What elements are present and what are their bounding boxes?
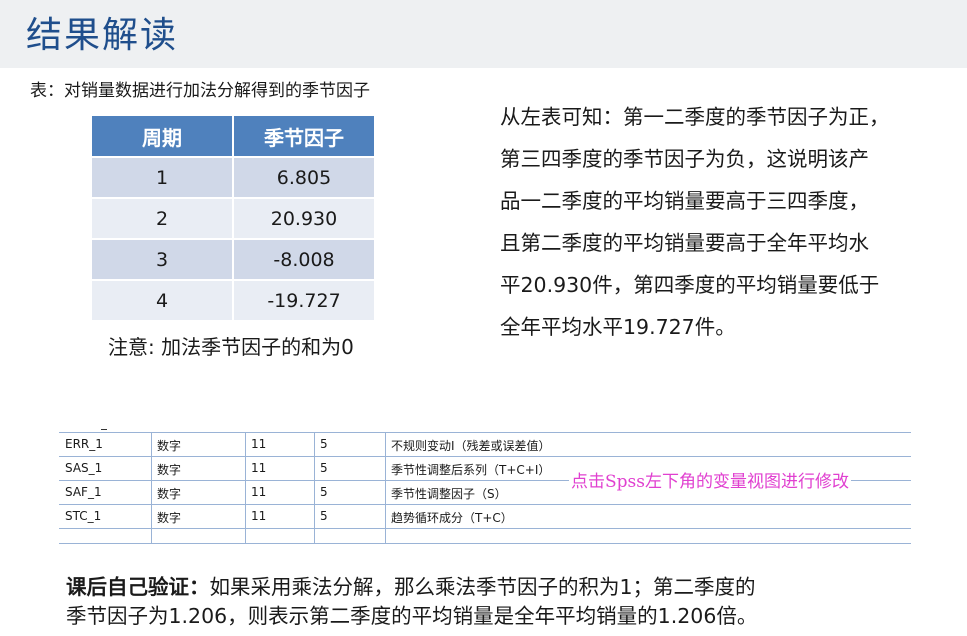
table-row: 3 -8.008 <box>92 240 376 281</box>
explanation-line: 平20.930件，第四季度的平均销量要低于 <box>500 273 880 297</box>
variable-name: SAF_1 <box>65 485 102 499</box>
sum-note: 注意: 加法季节因子的和为0 <box>108 335 354 359</box>
explanation-line: 全年平均水平19.727件。 <box>500 315 736 339</box>
divider <box>101 429 107 430</box>
variable-label: 季节性调整因子（S） <box>391 487 507 501</box>
spss-variable-view-screenshot: ERR_1 数字 11 5 不规则变动I（残差或误差值） SAS_1 数字 11… <box>59 429 911 544</box>
table-row: 4 -19.727 <box>92 281 376 322</box>
variable-name: STC_1 <box>65 509 102 523</box>
slide-title: 结果解读 <box>26 15 179 56</box>
variable-decimals: 5 <box>320 461 328 475</box>
table-row: STC_1 数字 11 5 趋势循环成分（T+C） <box>59 505 911 529</box>
table-row: 2 20.930 <box>92 199 376 240</box>
factor-cell: 20.930 <box>234 199 376 240</box>
homework-line: 课后自己验证：如果采用乘法分解，那么乘法季节因子的积为1；第二季度的 <box>66 573 757 602</box>
variable-width: 11 <box>251 509 267 523</box>
variable-name: SAS_1 <box>65 461 103 475</box>
variable-type: 数字 <box>157 439 182 453</box>
variable-name: ERR_1 <box>65 437 103 451</box>
homework-text: 课后自己验证：如果采用乘法分解，那么乘法季节因子的积为1；第二季度的 季节因子为… <box>66 573 757 631</box>
variable-decimals: 5 <box>320 437 328 451</box>
variable-decimals: 5 <box>320 485 328 499</box>
variable-width: 11 <box>251 485 267 499</box>
explanation-line: 且第二季度的平均销量要高于全年平均水 <box>500 231 869 255</box>
table-row <box>59 529 911 544</box>
variable-label: 不规则变动I（残差或误差值） <box>391 439 551 453</box>
period-cell: 4 <box>92 281 234 322</box>
explanation-line: 第三四季度的季节因子为负，这说明该产 <box>500 147 869 171</box>
period-cell: 3 <box>92 240 234 281</box>
variable-label: 季节性调整后系列（T+C+I） <box>391 463 551 477</box>
period-cell: 2 <box>92 199 234 240</box>
table-row: 1 6.805 <box>92 158 376 199</box>
variable-type: 数字 <box>157 487 182 501</box>
variable-width: 11 <box>251 437 267 451</box>
homework-prefix: 课后自己验证： <box>66 575 210 599</box>
variable-type: 数字 <box>157 463 182 477</box>
variable-decimals: 5 <box>320 509 328 523</box>
explanation-line: 品一二季度的平均销量要高于三四季度， <box>500 189 869 213</box>
factor-cell: -19.727 <box>234 281 376 322</box>
table-row: ERR_1 数字 11 5 不规则变动I（残差或误差值） <box>59 433 911 457</box>
column-header-period: 周期 <box>92 116 234 158</box>
overlay-note: 点击Spss左下角的变量视图进行修改 <box>569 467 851 492</box>
variable-label: 趋势循环成分（T+C） <box>391 511 513 525</box>
factor-cell: 6.805 <box>234 158 376 199</box>
explanation-text: 从左表可知：第一二季度的季节因子为正， 第三四季度的季节因子为负，这说明该产 品… <box>500 96 960 348</box>
homework-line2: 季节因子为1.206，则表示第二季度的平均销量是全年平均销量的1.206倍。 <box>66 604 758 628</box>
column-header-seasonal-factor: 季节因子 <box>234 116 376 158</box>
homework-line1: 如果采用乘法分解，那么乘法季节因子的积为1；第二季度的 <box>209 575 756 599</box>
variable-type: 数字 <box>157 511 182 525</box>
explanation-line: 从左表可知：第一二季度的季节因子为正， <box>500 105 890 129</box>
variable-width: 11 <box>251 461 267 475</box>
table-caption: 表：对销量数据进行加法分解得到的季节因子 <box>30 81 370 101</box>
period-cell: 1 <box>92 158 234 199</box>
factor-cell: -8.008 <box>234 240 376 281</box>
table-header-row: 周期 季节因子 <box>92 116 376 158</box>
seasonal-factor-table: 周期 季节因子 1 6.805 2 20.930 3 -8.008 4 -19.… <box>92 116 376 322</box>
